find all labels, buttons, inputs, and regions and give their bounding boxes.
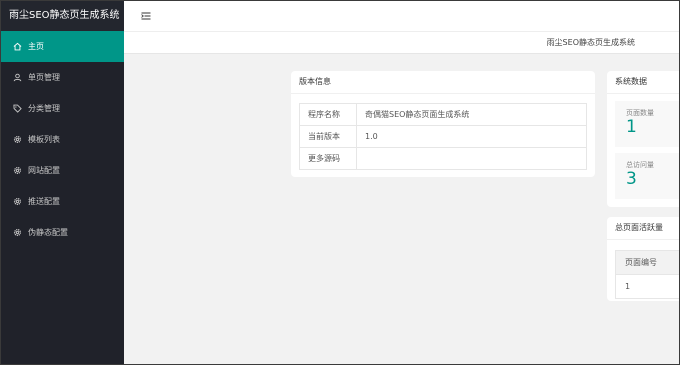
sidebar-item-site-config[interactable]: 网站配置 bbox=[1, 155, 124, 186]
menu-toggle-icon[interactable] bbox=[141, 11, 151, 21]
card-title: 版本信息 bbox=[291, 71, 595, 94]
gear-icon bbox=[12, 166, 22, 176]
sidebar-item-push-config[interactable]: 推送配置 bbox=[1, 186, 124, 217]
table-header-row: 页面编号 bbox=[615, 250, 679, 275]
table-row: 1 bbox=[615, 274, 679, 299]
app-window: 雨尘SEO静态页生成系统 主页 单页管理 分类管理 模板列表 网站配置 推送配置… bbox=[0, 0, 680, 365]
version-table: 程序名称 奇偶猫SEO静态页面生成系统 当前版本 1.0 更多源码 bbox=[299, 103, 587, 170]
table-cell-value: 1.0 bbox=[356, 125, 587, 148]
top-header bbox=[124, 1, 679, 32]
sidebar-item-rewrite-config[interactable]: 伪静态配置 bbox=[1, 217, 124, 248]
sidebar-item-label: 模板列表 bbox=[28, 135, 60, 144]
home-icon bbox=[12, 42, 22, 52]
stat-value: 1 bbox=[626, 117, 637, 137]
sidebar-item-pages[interactable]: 单页管理 bbox=[1, 62, 124, 93]
table-cell-key: 当前版本 bbox=[299, 125, 357, 148]
stat-value: 3 bbox=[626, 169, 637, 189]
table-row: 当前版本 1.0 bbox=[299, 125, 587, 148]
tag-icon bbox=[12, 104, 22, 114]
stat-total-visits: 总访问量 3 bbox=[615, 153, 679, 199]
gear-icon bbox=[12, 135, 22, 145]
gear-icon bbox=[12, 197, 22, 207]
sidebar-item-label: 主页 bbox=[28, 42, 44, 51]
table-cell-key: 程序名称 bbox=[299, 103, 357, 126]
user-icon bbox=[12, 73, 22, 83]
app-logo-title[interactable]: 雨尘SEO静态页生成系统 bbox=[1, 1, 124, 31]
sidebar-item-home[interactable]: 主页 bbox=[1, 31, 124, 62]
sidebar-item-label: 单页管理 bbox=[28, 73, 60, 82]
sidebar-item-label: 分类管理 bbox=[28, 104, 60, 113]
sidebar-item-label: 网站配置 bbox=[28, 166, 60, 175]
table-cell-value[interactable] bbox=[356, 147, 587, 170]
card-title: 系统数据 bbox=[607, 71, 679, 94]
version-info-card: 版本信息 程序名称 奇偶猫SEO静态页面生成系统 当前版本 1.0 更多源码 bbox=[291, 71, 595, 177]
sidebar-item-categories[interactable]: 分类管理 bbox=[1, 93, 124, 124]
tab-bar: 雨尘SEO静态页生成系统 bbox=[124, 32, 679, 54]
sidebar-item-label: 伪静态配置 bbox=[28, 228, 68, 237]
table-cell-key: 更多源码 bbox=[299, 147, 357, 170]
page-activity-card: 总页面活跃量 页面编号 1 bbox=[607, 217, 679, 301]
stat-page-count: 页面数量 1 bbox=[615, 101, 679, 147]
sidebar-item-label: 推送配置 bbox=[28, 197, 60, 206]
gear-icon bbox=[12, 228, 22, 238]
tab-home[interactable]: 雨尘SEO静态页生成系统 bbox=[547, 37, 635, 48]
activity-table: 页面编号 1 bbox=[615, 250, 679, 299]
table-row: 更多源码 bbox=[299, 147, 587, 170]
table-cell-value: 奇偶猫SEO静态页面生成系统 bbox=[356, 103, 587, 126]
table-row: 程序名称 奇偶猫SEO静态页面生成系统 bbox=[299, 103, 587, 126]
column-header: 页面编号 bbox=[615, 250, 679, 275]
sidebar: 雨尘SEO静态页生成系统 主页 单页管理 分类管理 模板列表 网站配置 推送配置… bbox=[1, 1, 124, 364]
table-cell: 1 bbox=[615, 274, 679, 299]
card-title: 总页面活跃量 bbox=[607, 217, 679, 240]
system-stats-card: 系统数据 页面数量 1 总访问量 3 bbox=[607, 71, 679, 207]
sidebar-item-templates[interactable]: 模板列表 bbox=[1, 124, 124, 155]
